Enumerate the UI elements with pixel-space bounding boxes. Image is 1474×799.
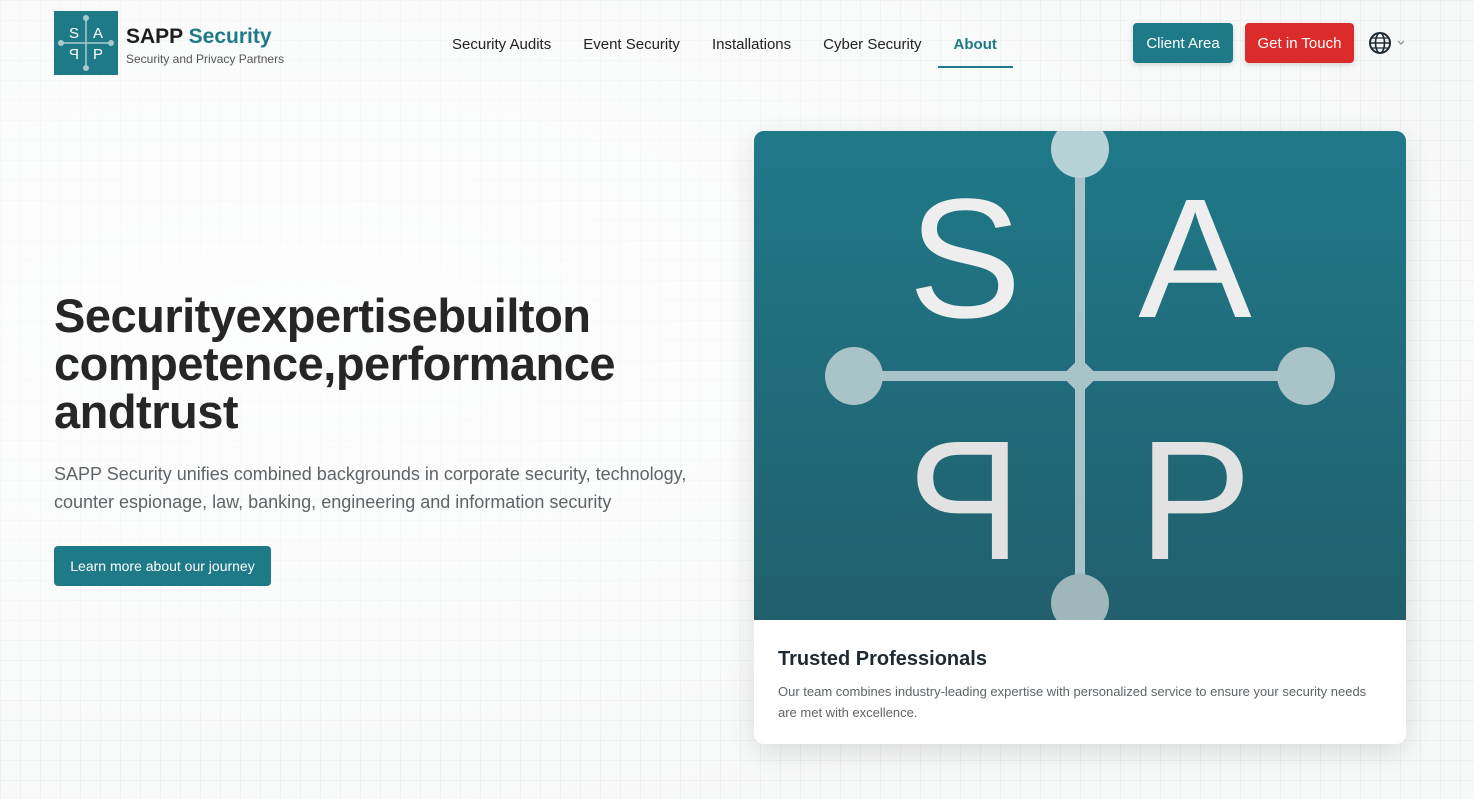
card-title: Trusted Professionals — [778, 648, 987, 670]
hero-title: Securityexpertisebuilton competence,perf… — [54, 289, 616, 438]
brand-tagline: Security and Privacy Partners — [126, 52, 285, 66]
chevron-down-icon — [1397, 40, 1405, 45]
nav-item-about[interactable]: About — [937, 30, 1014, 68]
language-selector[interactable] — [1368, 30, 1408, 56]
sapp-logo-image: S A P P — [754, 131, 1406, 632]
site-header: S A P P SAPP Security Security and Priva… — [0, 0, 1474, 88]
logo-letter-p: P — [1138, 406, 1251, 596]
learn-more-button[interactable]: Learn more about our journey — [54, 546, 271, 586]
svg-text:S: S — [69, 25, 79, 42]
nav-item-installations[interactable]: Installations — [696, 30, 807, 59]
brand-name[interactable]: SAPP Security Security and Privacy Partn… — [126, 24, 284, 66]
brand-logo[interactable]: S A P P — [54, 11, 118, 75]
logo-mark-icon: S A P P — [58, 15, 114, 71]
logo-letter-p-mirrored: P — [908, 406, 1021, 596]
main-nav: Security Audits Event Security Installat… — [436, 30, 1014, 68]
globe-icon — [1369, 32, 1405, 54]
svg-text:P: P — [69, 46, 79, 63]
get-in-touch-button[interactable]: Get in Touch — [1245, 23, 1354, 63]
card-text: Our team combines industry-leading exper… — [778, 684, 1367, 720]
client-area-button[interactable]: Client Area — [1133, 23, 1233, 63]
logo-letter-s: S — [908, 164, 1021, 354]
hero-description: SAPP Security unifies combined backgroun… — [54, 464, 687, 512]
svg-text:P: P — [93, 46, 103, 63]
brand-title: SAPP Security — [126, 25, 272, 48]
svg-text:A: A — [93, 25, 103, 42]
nav-item-cyber-security[interactable]: Cyber Security — [807, 30, 937, 59]
nav-item-security-audits[interactable]: Security Audits — [436, 30, 567, 59]
nav-item-event-security[interactable]: Event Security — [567, 30, 696, 59]
feature-card: S A P P Trusted Professionals Our team c… — [754, 131, 1406, 744]
logo-letter-a: A — [1138, 164, 1252, 354]
